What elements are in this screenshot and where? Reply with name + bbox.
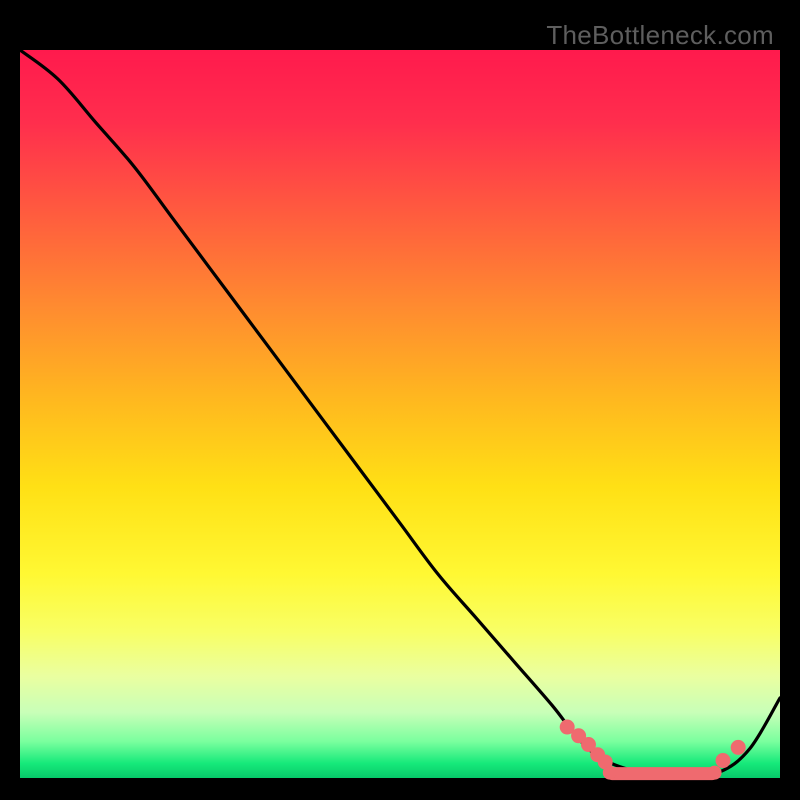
- marker-rising: [731, 740, 745, 754]
- marker-floor-edge: [708, 766, 721, 779]
- curve-line: [20, 50, 780, 775]
- watermark-text: TheBottleneck.com: [546, 20, 774, 51]
- curve-markers: [560, 720, 745, 780]
- chart-plot-area: [20, 50, 780, 778]
- chart-svg: [20, 50, 780, 778]
- marker-rising: [716, 754, 730, 768]
- marker-descending: [560, 720, 574, 734]
- marker-floor-edge: [603, 766, 616, 779]
- marker-floor-band: [606, 767, 719, 780]
